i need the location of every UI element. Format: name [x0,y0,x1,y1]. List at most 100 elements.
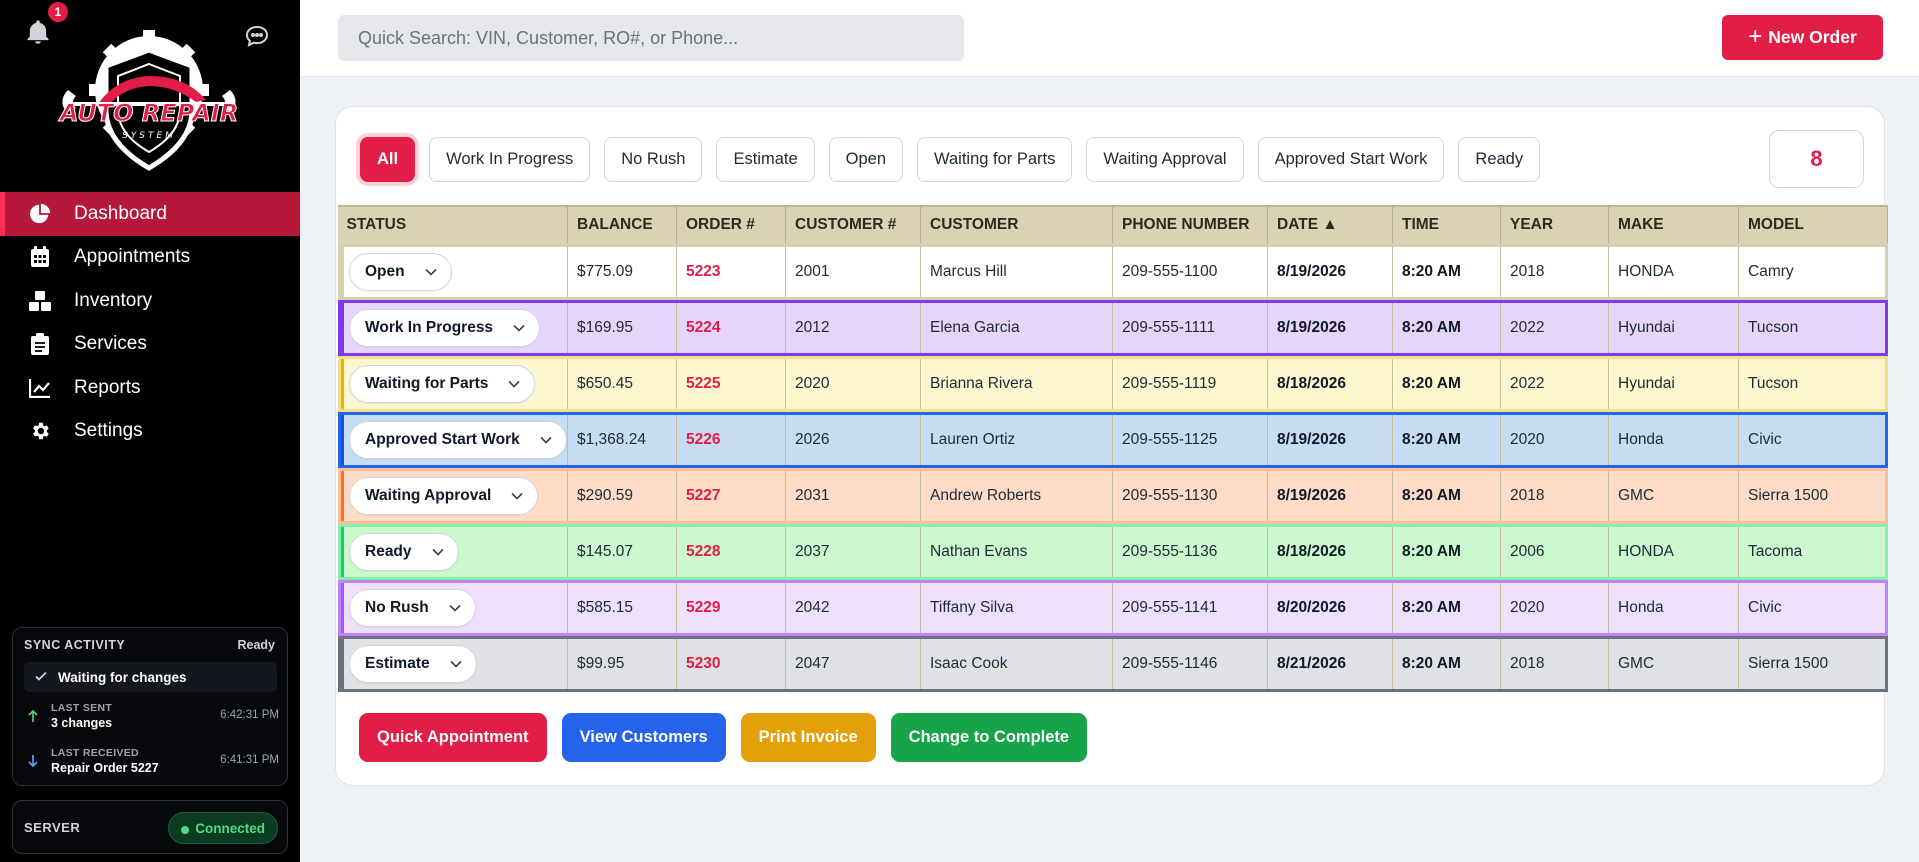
sidebar-item-label: Inventory [74,289,153,311]
table-row[interactable]: Ready $145.07 5228 2037 Nathan Evans 209-555-… [337,524,1888,580]
cell-time: 8:20 AM [1392,524,1501,580]
quick-search-input[interactable] [338,15,964,61]
status-dropdown[interactable]: Approved Start Work [349,421,567,459]
column-header-customer[interactable]: CUSTOMER # [785,205,921,245]
cell-order-number: 5227 [676,468,786,524]
sidebar-item-appointments[interactable]: Appointments [0,236,300,280]
column-header-date[interactable]: DATE ▲ [1267,205,1393,245]
arrow-down-icon [27,754,39,773]
column-header-order[interactable]: ORDER # [676,205,786,245]
table-row[interactable]: Open $775.09 5223 2001 Marcus Hill 209-555-11… [337,244,1888,300]
cell-order-number: 5223 [676,244,786,300]
column-header-make[interactable]: MAKE [1608,205,1739,245]
boxes-icon [28,289,52,313]
table-row[interactable]: No Rush $585.15 5229 2042 Tiffany Silva 209-5… [337,580,1888,636]
table-body: Open $775.09 5223 2001 Marcus Hill 209-555-11… [337,244,1888,692]
cell-date: 8/19/2026 [1267,300,1393,356]
cell-model: Civic [1738,580,1888,636]
cell-balance: $169.95 [567,300,677,356]
clipboard-icon [28,332,52,356]
cell-order-number: 5224 [676,300,786,356]
table-header-row: STATUS BALANCE ORDER # CUSTOMER # CUSTOMER PH… [337,205,1888,245]
chevron-down-icon [415,268,437,276]
cell-order-number: 5229 [676,580,786,636]
status-dropdown[interactable]: Estimate [349,645,477,683]
cell-year: 2020 [1500,412,1609,468]
status-dropdown[interactable]: Ready [349,533,459,571]
line-chart-icon [28,376,52,400]
cell-status: Ready [337,524,568,580]
status-dropdown[interactable]: Waiting for Parts [349,365,536,403]
filter-chip-waiting-for-parts[interactable]: Waiting for Parts [917,137,1073,182]
filter-chip-work-in-progress[interactable]: Work In Progress [429,137,591,182]
status-dropdown[interactable]: Work In Progress [349,309,541,347]
logo-text: AUTO REPAIR [58,99,238,127]
column-header-status[interactable]: STATUS [337,205,568,245]
column-header-year[interactable]: YEAR [1500,205,1609,245]
sidebar-item-label: Dashboard [74,202,167,224]
filter-chip-ready[interactable]: Ready [1458,137,1541,182]
print-invoice-button[interactable]: Print Invoice [740,713,876,762]
sidebar-item-reports[interactable]: Reports [0,366,300,410]
cell-balance: $650.45 [567,356,677,412]
status-dropdown[interactable]: Waiting Approval [349,477,539,515]
cell-customer: Isaac Cook [920,636,1113,692]
cell-date: 8/21/2026 [1267,636,1393,692]
change-to-complete-button[interactable]: Change to Complete [890,713,1088,762]
sidebar-item-dashboard[interactable]: Dashboard [0,192,300,236]
sync-status: Ready [237,638,275,652]
action-buttons: Quick Appointment View Customers Print Inv… [359,713,1088,762]
filter-chip-no-rush[interactable]: No Rush [604,137,703,182]
server-connected-badge: Connected [168,812,278,844]
cell-model: Sierra 1500 [1738,636,1888,692]
cell-year: 2020 [1500,580,1609,636]
cell-time: 8:20 AM [1392,300,1501,356]
orders-card: All Work In Progress No Rush Estimate Open Wa… [335,106,1888,786]
view-customers-button[interactable]: View Customers [561,713,726,762]
cell-time: 8:20 AM [1392,244,1501,300]
filter-chip-estimate[interactable]: Estimate [716,137,815,182]
sync-title: SYNC ACTIVITY [24,638,126,652]
filter-chip-open[interactable]: Open [828,137,904,182]
cell-model: Tacoma [1738,524,1888,580]
filter-chip-approved-start-work[interactable]: Approved Start Work [1257,137,1445,182]
table-row[interactable]: Waiting for Parts $650.45 5225 2020 Brianna … [337,356,1888,412]
new-order-button[interactable]: + New Order [1722,15,1883,60]
status-dropdown-label: No Rush [365,599,429,616]
status-dropdown[interactable]: Open [349,253,452,291]
table-row[interactable]: Estimate $99.95 5230 2047 Isaac Cook 209-555-… [337,636,1888,692]
sidebar-item-services[interactable]: Services [0,323,300,367]
column-header-customer[interactable]: CUSTOMER [920,205,1113,245]
filter-chip-all[interactable]: All [360,137,416,182]
table-row[interactable]: Approved Start Work $1,368.24 5226 2026 Laur… [337,412,1888,468]
cell-phone: 209-555-1111 [1112,300,1268,356]
column-header-model[interactable]: MODEL [1738,205,1888,245]
status-dropdown-label: Open [365,263,405,280]
cell-order-number: 5225 [676,356,786,412]
cell-time: 8:20 AM [1392,636,1501,692]
sidebar-item-settings[interactable]: Settings [0,410,300,454]
cell-date: 8/18/2026 [1267,524,1393,580]
chevron-down-icon [422,548,444,556]
cell-status: No Rush [337,580,568,636]
table-row[interactable]: Work In Progress $169.95 5224 2012 Elena Gar… [337,300,1888,356]
sync-last-received: LAST RECEIVED Repair Order 5227 6:41:31 … [27,746,279,776]
chevron-down-icon [530,436,552,444]
cell-make: HONDA [1608,524,1739,580]
cell-model: Civic [1738,412,1888,468]
column-header-time[interactable]: TIME [1392,205,1501,245]
cell-make: Honda [1608,412,1739,468]
sidebar-item-inventory[interactable]: Inventory [0,279,300,323]
table-row[interactable]: Waiting Approval $290.59 5227 2031 Andrew Ro… [337,468,1888,524]
last-sent-value: 3 changes [51,716,113,730]
cell-customer-number: 2031 [785,468,921,524]
status-dropdown[interactable]: No Rush [349,589,476,627]
cell-status: Work In Progress [337,300,568,356]
column-header-phone-number[interactable]: PHONE NUMBER [1112,205,1268,245]
cell-customer-number: 2037 [785,524,921,580]
quick-appointment-button[interactable]: Quick Appointment [359,713,547,762]
cell-customer: Elena Garcia [920,300,1113,356]
column-header-balance[interactable]: BALANCE [567,205,677,245]
cell-year: 2018 [1500,468,1609,524]
filter-chip-waiting-approval[interactable]: Waiting Approval [1086,137,1244,182]
